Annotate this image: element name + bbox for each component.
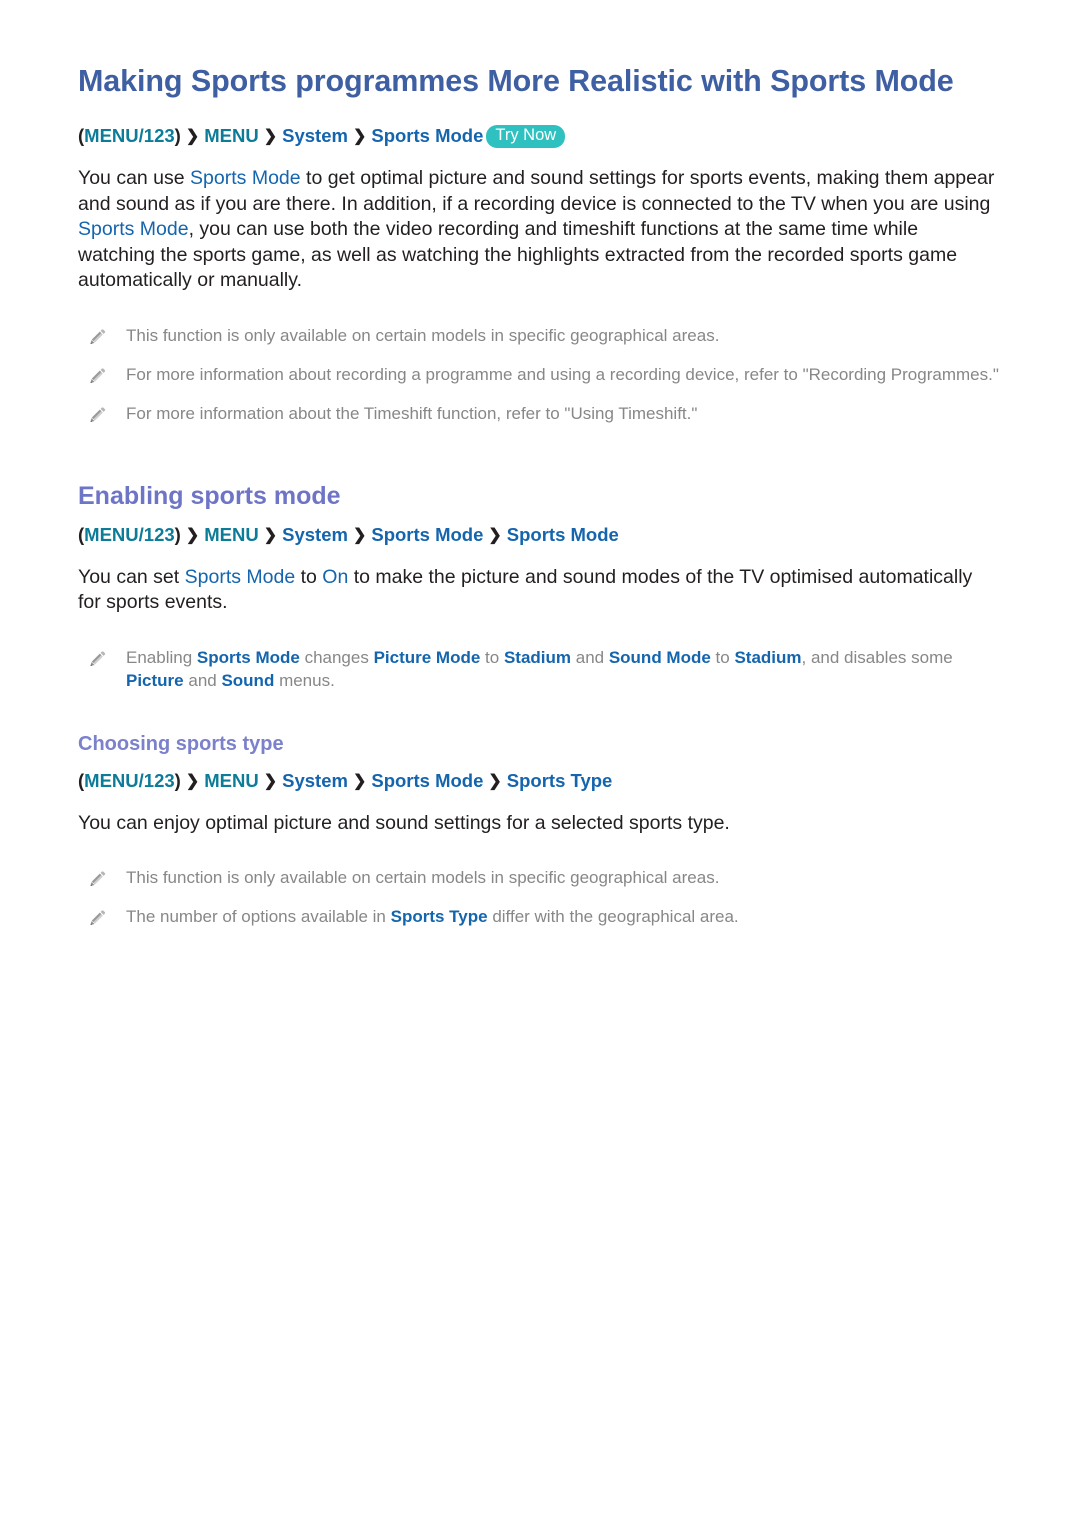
breadcrumb-item-menu123[interactable]: MENU/123 xyxy=(84,770,174,791)
breadcrumb-item-sports-mode-sub[interactable]: Sports Mode xyxy=(507,524,619,545)
inline-link-picture-mode[interactable]: Picture Mode xyxy=(374,648,481,667)
chevron-right-icon: ❯ xyxy=(263,128,278,145)
choosing-paragraph: You can enjoy optimal picture and sound … xyxy=(78,811,730,834)
inline-link-sports-mode[interactable]: Sports Mode xyxy=(185,566,296,588)
breadcrumb-item-system[interactable]: System xyxy=(282,770,348,791)
breadcrumb-enabling: (MENU/123) ❯ MENU ❯ System ❯ Sports Mode ❯ Sport… xyxy=(78,523,1002,549)
note-text: For more information about recording a p… xyxy=(126,364,999,384)
enabling-notes-list: Enabling Sports Mode changes Picture Mod… xyxy=(78,646,1002,692)
section-heading-enabling-sports-mode: Enabling sports mode xyxy=(78,481,341,510)
note-text: This function is only available on certa… xyxy=(126,325,720,345)
note-text-a: Enabling xyxy=(126,647,197,667)
chevron-right-icon: ❯ xyxy=(185,526,200,544)
inline-link-sound[interactable]: Sound xyxy=(221,671,274,690)
note-text-h: menus. xyxy=(274,670,335,690)
page-title: Making Sports programmes More Realistic … xyxy=(78,64,954,98)
pencil-icon xyxy=(88,405,108,425)
breadcrumb-main: (MENU/123) ❯ MENU ❯ System ❯ Sports Mode Try No… xyxy=(78,124,1002,150)
chevron-right-icon: ❯ xyxy=(352,526,367,544)
inline-link-sports-mode[interactable]: Sports Mode xyxy=(197,648,300,667)
pencil-icon xyxy=(88,649,108,669)
note-item: Enabling Sports Mode changes Picture Mod… xyxy=(78,646,1002,692)
breadcrumb-item-menu123[interactable]: MENU/123 xyxy=(84,524,174,545)
breadcrumb-item-system[interactable]: System xyxy=(282,125,348,146)
chevron-right-icon: ❯ xyxy=(185,772,200,790)
breadcrumb-item-menu123[interactable]: MENU/123 xyxy=(84,125,174,146)
breadcrumb-choosing: (MENU/123) ❯ MENU ❯ System ❯ Sports Mode ❯ Sport… xyxy=(78,769,1002,795)
inline-link-sports-mode[interactable]: Sports Mode xyxy=(78,218,189,240)
pencil-icon xyxy=(88,908,108,928)
document-page: Making Sports programmes More Realistic … xyxy=(0,0,1080,1527)
note-text-c: to xyxy=(480,647,504,667)
note-item: This function is only available on certa… xyxy=(78,866,1002,889)
inline-link-on[interactable]: On xyxy=(322,566,348,588)
note-text-b: changes xyxy=(299,647,374,667)
note-text-d: and xyxy=(571,647,609,667)
inline-link-sound-mode[interactable]: Sound Mode xyxy=(609,648,711,667)
chevron-right-icon: ❯ xyxy=(185,128,200,145)
breadcrumb-item-menu[interactable]: MENU xyxy=(204,770,258,791)
note-text: For more information about the Timeshift… xyxy=(126,403,698,423)
intro-text-c: , you can use both the video recording a… xyxy=(78,218,958,291)
breadcrumb-item-sports-mode[interactable]: Sports Mode xyxy=(371,770,483,791)
breadcrumb-close-paren: ) xyxy=(174,523,181,545)
breadcrumb-item-system[interactable]: System xyxy=(282,524,348,545)
note-text-f: , and disables some xyxy=(801,647,953,667)
chevron-right-icon: ❯ xyxy=(263,772,278,790)
breadcrumb-item-sports-mode[interactable]: Sports Mode xyxy=(371,524,483,545)
note-text-b: differ with the geographical area. xyxy=(487,907,739,926)
pencil-icon xyxy=(88,366,108,386)
intro-paragraph: You can use Sports Mode to get optimal p… xyxy=(78,166,1000,294)
note-text-a: The number of options available in xyxy=(126,907,391,926)
note-text-g: and xyxy=(183,670,222,690)
note-text-e: to xyxy=(710,647,735,667)
note-text: The number of options available in Sport… xyxy=(126,905,739,928)
inline-link-stadium[interactable]: Stadium xyxy=(504,648,571,667)
note-text: Enabling Sports Mode changes Picture Mod… xyxy=(126,646,1002,692)
breadcrumb-item-menu[interactable]: MENU xyxy=(204,524,258,545)
chevron-right-icon: ❯ xyxy=(352,772,367,790)
note-item: This function is only available on certa… xyxy=(78,324,1002,347)
choosing-notes-list: This function is only available on certa… xyxy=(78,866,1002,928)
pencil-icon xyxy=(88,327,108,347)
breadcrumb-close-paren: ) xyxy=(174,125,181,146)
enabling-paragraph: You can set Sports Mode to On to make th… xyxy=(78,565,1000,616)
intro-text-a: You can use xyxy=(78,167,191,189)
try-now-badge[interactable]: Try Now xyxy=(486,125,566,148)
inline-link-picture[interactable]: Picture xyxy=(126,671,184,690)
section-heading-choosing-sports-type: Choosing sports type xyxy=(78,732,284,755)
breadcrumb-item-sports-type[interactable]: Sports Type xyxy=(507,770,613,791)
enabling-text-a: You can set xyxy=(78,565,185,588)
intro-notes-list: This function is only available on certa… xyxy=(78,324,1002,425)
enabling-text-b: to xyxy=(295,565,323,588)
breadcrumb-item-sports-mode[interactable]: Sports Mode xyxy=(371,125,483,146)
breadcrumb-close-paren: ) xyxy=(174,769,181,791)
inline-link-sports-mode[interactable]: Sports Mode xyxy=(190,167,301,189)
chevron-right-icon: ❯ xyxy=(488,526,502,544)
note-item: The number of options available in Sport… xyxy=(78,905,1002,928)
chevron-right-icon: ❯ xyxy=(352,128,367,145)
inline-link-sports-type[interactable]: Sports Type xyxy=(391,907,488,926)
chevron-right-icon: ❯ xyxy=(488,772,502,790)
chevron-right-icon: ❯ xyxy=(263,526,278,544)
breadcrumb-item-menu[interactable]: MENU xyxy=(204,125,258,146)
inline-link-stadium[interactable]: Stadium xyxy=(734,648,801,667)
note-item: For more information about the Timeshift… xyxy=(78,402,1002,425)
note-item: For more information about recording a p… xyxy=(78,363,1002,386)
pencil-icon xyxy=(88,869,108,889)
note-text: This function is only available on certa… xyxy=(126,868,720,887)
